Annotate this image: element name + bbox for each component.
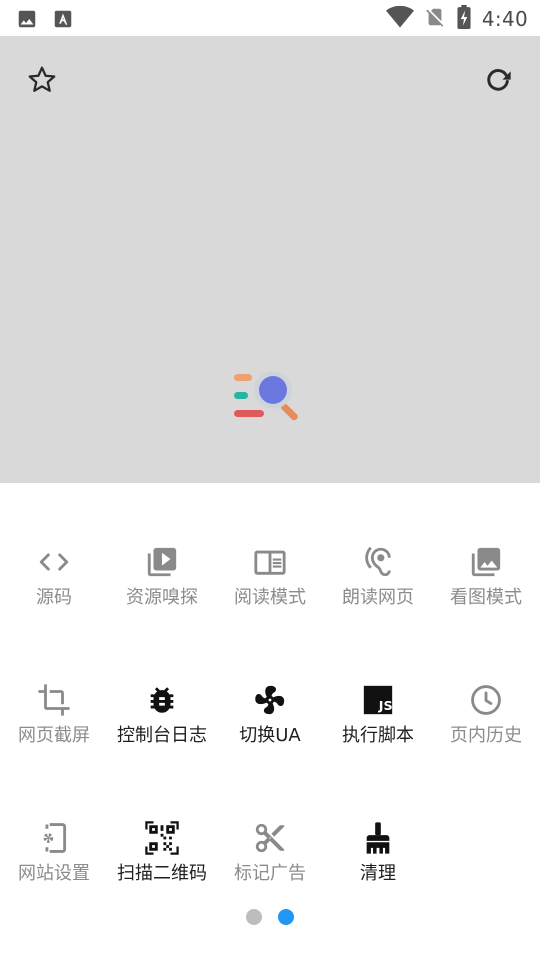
refresh-button[interactable]	[478, 60, 518, 100]
page-dot[interactable]	[246, 909, 262, 925]
page-preview-area	[0, 36, 540, 483]
menu-item-label: 执行脚本	[342, 725, 414, 746]
refresh-icon	[487, 69, 511, 91]
notification-icons	[16, 8, 74, 34]
tools-menu-grid: 源码 资源嗅探 阅读模式 朗读网页 看图模式网页截屏 控制台日志 切换UA JS 执行脚本 页内历…	[0, 540, 540, 954]
photo-library-icon	[468, 544, 504, 580]
menu-item-label: 源码	[36, 587, 72, 608]
menu-item-label: 控制台日志	[117, 725, 207, 746]
hearing-ear-icon	[360, 544, 396, 580]
menu-item-label: 资源嗅探	[126, 587, 198, 608]
clock-icon	[468, 682, 504, 718]
broom-icon	[360, 820, 396, 856]
no-sim-icon	[424, 5, 446, 33]
menu-item-label: 清理	[360, 863, 396, 884]
crop-icon	[36, 682, 72, 718]
menu-item-clock[interactable]: 页内历史	[432, 678, 540, 758]
menu-item-hearing-ear[interactable]: 朗读网页	[324, 540, 432, 620]
menu-item-label: 页内历史	[450, 725, 522, 746]
star-outline-icon	[28, 66, 56, 92]
scissors-icon	[252, 820, 288, 856]
video-library-icon	[144, 544, 180, 580]
menu-item-site-settings[interactable]: 网站设置	[0, 816, 108, 896]
menu-item-photo-library[interactable]: 看图模式	[432, 540, 540, 620]
menu-item-video-library[interactable]: 资源嗅探	[108, 540, 216, 620]
menu-row: 源码 资源嗅探 阅读模式 朗读网页 看图模式	[0, 540, 540, 678]
js-script-icon: JS	[360, 682, 396, 718]
menu-item-bug[interactable]: 控制台日志	[108, 678, 216, 758]
menu-item-js-script[interactable]: JS 执行脚本	[324, 678, 432, 758]
menu-item-broom[interactable]: 清理	[324, 816, 432, 896]
tools-menu-sheet: 源码 资源嗅探 阅读模式 朗读网页 看图模式网页截屏 控制台日志 切换UA JS 执行脚本 页内历…	[0, 483, 540, 960]
menu-item-label: 切换UA	[239, 725, 301, 746]
image-notification-icon	[16, 8, 38, 34]
menu-item-crop[interactable]: 网页截屏	[0, 678, 108, 758]
app-logo-magnifier-icon	[232, 366, 308, 426]
menu-item-reader-mode[interactable]: 阅读模式	[216, 540, 324, 620]
menu-item-label: 网页截屏	[18, 725, 90, 746]
font-notification-icon	[52, 8, 74, 34]
qr-code-icon	[144, 820, 180, 856]
menu-item-qr-code[interactable]: 扫描二维码	[108, 816, 216, 896]
menu-item-label: 阅读模式	[234, 587, 306, 608]
menu-item-label: 朗读网页	[342, 587, 414, 608]
favorite-button[interactable]	[22, 60, 62, 100]
reader-mode-icon	[252, 544, 288, 580]
menu-item-scissors[interactable]: 标记广告	[216, 816, 324, 896]
menu-row: 网站设置 扫描二维码 标记广告 清理	[0, 816, 540, 954]
menu-item-label: 标记广告	[234, 863, 306, 884]
wifi-icon	[385, 5, 414, 33]
site-settings-icon	[36, 820, 72, 856]
page-dot-active[interactable]	[278, 909, 294, 925]
menu-item-label: 网站设置	[18, 863, 90, 884]
page-indicator	[0, 909, 540, 925]
menu-item-fan[interactable]: 切换UA	[216, 678, 324, 758]
menu-item-label: 看图模式	[450, 587, 522, 608]
menu-row: 网页截屏 控制台日志 切换UA JS 执行脚本 页内历史	[0, 678, 540, 816]
svg-text:JS: JS	[378, 699, 393, 714]
status-bar: 4:40	[0, 0, 540, 36]
bug-icon	[144, 682, 180, 718]
clock-time: 4:40	[481, 7, 528, 31]
system-icons: 4:40	[385, 5, 528, 33]
fan-icon	[252, 682, 288, 718]
menu-item-code-brackets[interactable]: 源码	[0, 540, 108, 620]
code-brackets-icon	[36, 544, 72, 580]
menu-item-label: 扫描二维码	[117, 863, 207, 884]
battery-charging-icon	[456, 5, 472, 33]
